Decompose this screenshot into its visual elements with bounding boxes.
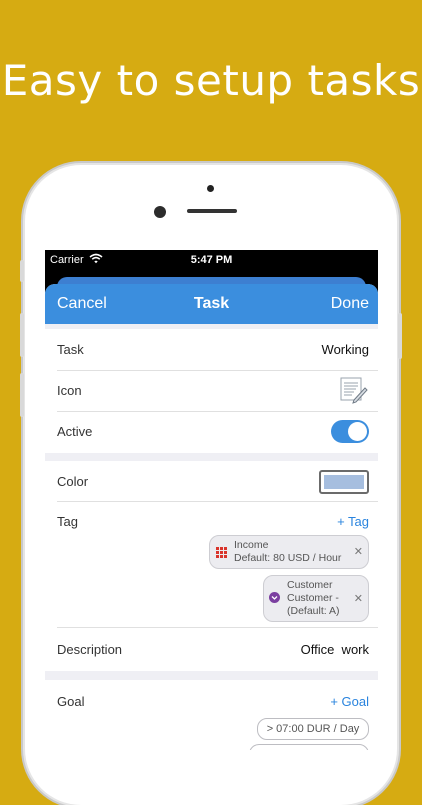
close-icon[interactable]: ✕ — [354, 545, 363, 558]
active-label: Active — [57, 424, 93, 439]
grid-icon — [216, 547, 227, 561]
tag-row: Tag + Tag Income Default: 80 USD / Hour — [57, 501, 378, 628]
description-value: Office work — [300, 642, 369, 657]
nav-title: Task — [193, 295, 230, 312]
goal-chip[interactable]: > 07:00 DUR / Day — [257, 718, 369, 740]
front-camera — [154, 206, 166, 218]
settings-group-goal: Goal + Goal > 07:00 DUR / Day — [45, 680, 378, 750]
description-label: Description — [57, 642, 123, 657]
task-sheet: Cancel Task Done Task Working Icon Activ… — [45, 284, 378, 750]
tag-chip-text: Income Default: 80 USD / Hour — [234, 539, 341, 565]
headline: Easy to setup tasks — [1, 56, 421, 105]
active-toggle[interactable] — [331, 420, 369, 443]
settings-group-basic: Task Working Icon Active — [45, 329, 378, 453]
icon-label: Icon — [57, 383, 82, 398]
toggle-knob — [348, 422, 367, 441]
icon-row[interactable]: Icon — [57, 370, 378, 412]
color-label: Color — [57, 474, 89, 489]
tag-chip-text: Customer Customer - (Default: A) — [287, 579, 340, 618]
color-swatch[interactable] — [319, 470, 369, 494]
goal-label: Goal — [57, 694, 85, 709]
chevron-circle-icon — [269, 592, 280, 606]
tag-label: Tag — [57, 514, 78, 529]
navigation-bar: Cancel Task Done — [45, 284, 378, 324]
proximity-sensor — [207, 185, 214, 192]
side-button-power — [398, 313, 402, 359]
tag-chip-subtitle: Default: 80 USD / Hour — [234, 552, 342, 564]
status-time: 5:47 PM — [190, 254, 233, 266]
task-label: Task — [57, 342, 84, 357]
tag-chip-subtitle: Customer - — [287, 592, 339, 604]
tag-chip-detail: (Default: A) — [287, 605, 340, 617]
close-icon[interactable]: ✕ — [354, 592, 363, 605]
task-value: Working — [321, 342, 369, 357]
side-button-mute — [20, 260, 24, 282]
description-row[interactable]: Description Office work — [57, 627, 378, 671]
goal-chip-next[interactable] — [249, 744, 369, 750]
add-goal-button[interactable]: + Goal — [330, 694, 369, 709]
settings-group-details: Color Tag + Tag Income Default: 80 USD /… — [45, 461, 378, 671]
status-bar: Carrier 5:47 PM — [45, 250, 378, 270]
color-row[interactable]: Color — [57, 461, 378, 502]
task-name-row[interactable]: Task Working — [57, 329, 378, 371]
side-button-volume-down — [20, 373, 24, 417]
tag-chip-title: Customer — [287, 579, 333, 591]
tag-chip-income[interactable]: Income Default: 80 USD / Hour ✕ — [209, 535, 369, 569]
goal-row: Goal + Goal > 07:00 DUR / Day — [57, 680, 378, 750]
side-button-volume-up — [20, 313, 24, 357]
earpiece-speaker — [187, 209, 237, 213]
tag-chip-title: Income — [234, 539, 269, 551]
done-button[interactable]: Done — [331, 295, 369, 313]
active-row: Active — [57, 411, 378, 452]
add-tag-button[interactable]: + Tag — [337, 514, 369, 529]
phone-screen: Carrier 5:47 PM Cancel Task Done Task Wo… — [45, 250, 378, 750]
document-pencil-icon[interactable] — [340, 376, 368, 404]
color-swatch-fill — [324, 475, 364, 489]
tag-chip-customer[interactable]: Customer Customer - (Default: A) ✕ — [263, 575, 369, 622]
